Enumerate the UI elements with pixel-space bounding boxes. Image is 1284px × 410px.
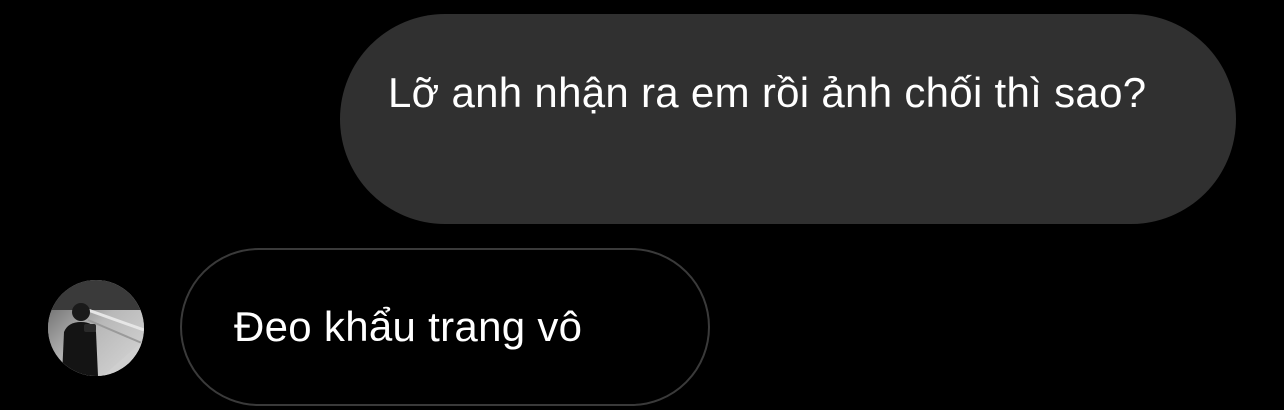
outgoing-message-text: Lỡ anh nhận ra em rồi ảnh chối thì sao? — [388, 69, 1147, 116]
chat-thread: Lỡ anh nhận ra em rồi ảnh chối thì sao? … — [0, 0, 1284, 410]
outgoing-message-bubble[interactable]: Lỡ anh nhận ra em rồi ảnh chối thì sao? — [340, 14, 1236, 224]
incoming-message-bubble[interactable]: Đeo khẩu trang vô — [180, 248, 710, 406]
person-photo-icon — [48, 280, 144, 376]
sender-avatar[interactable] — [48, 280, 144, 376]
incoming-message-text: Đeo khẩu trang vô — [234, 303, 583, 350]
